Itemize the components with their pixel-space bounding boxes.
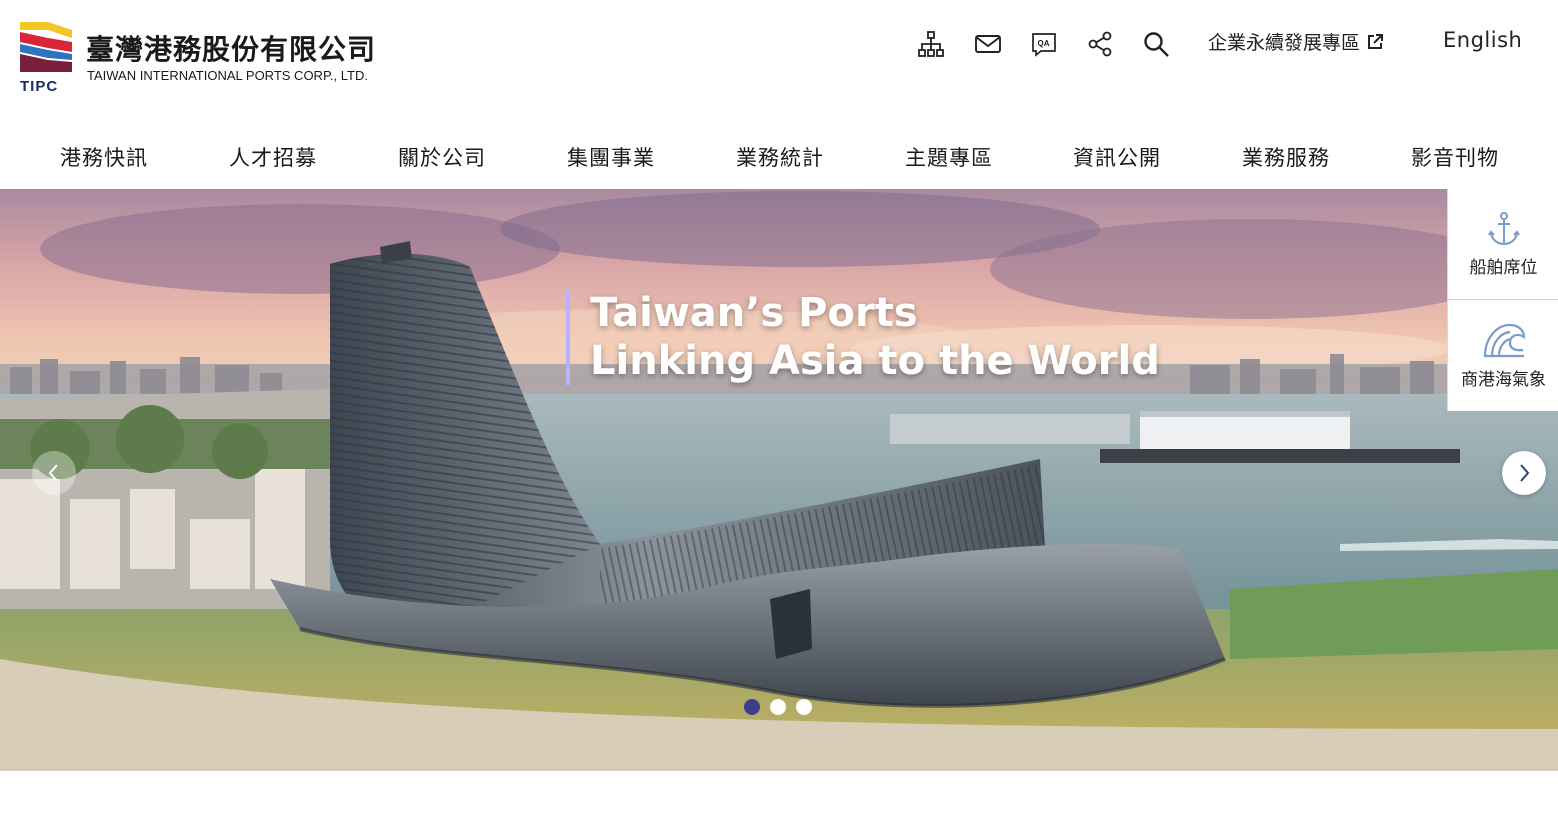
mail-icon bbox=[975, 35, 1001, 53]
qa-icon: QA bbox=[1032, 33, 1056, 57]
nav-item-statistics[interactable]: 業務統計 bbox=[736, 142, 824, 172]
nav-item-topics[interactable]: 主題專區 bbox=[905, 142, 993, 172]
main-navigation: 港務快訊 人才招募 關於公司 集團事業 業務統計 主題專區 資訊公開 業務服務 … bbox=[0, 130, 1558, 186]
anchor-icon bbox=[1487, 211, 1520, 245]
nav-item-about[interactable]: 關於公司 bbox=[398, 142, 486, 172]
slogan-line-2: Linking Asia to the World bbox=[590, 338, 1160, 384]
logo-chinese-name: 臺灣港務股份有限公司 bbox=[86, 33, 377, 66]
nav-item-services[interactable]: 業務服務 bbox=[1242, 142, 1330, 172]
language-switch-link[interactable]: English bbox=[1443, 28, 1522, 52]
slogan-line-1: Taiwan’s Ports bbox=[590, 290, 918, 336]
nav-item-disclosure[interactable]: 資訊公開 bbox=[1073, 142, 1161, 172]
site-header: TIPC 臺灣港務股份有限公司 TAIWAN INTERNATIONAL POR… bbox=[0, 0, 1558, 120]
carousel-dot-2[interactable] bbox=[770, 699, 786, 715]
mail-button[interactable] bbox=[971, 27, 1005, 61]
banner-image bbox=[0, 189, 1558, 771]
logo-english-name: TAIWAN INTERNATIONAL PORTS CORP., LTD. bbox=[87, 68, 368, 83]
csr-link-label: 企業永續發展專區 bbox=[1208, 32, 1361, 54]
carousel-dot-3[interactable] bbox=[796, 699, 812, 715]
nav-item-group[interactable]: 集團事業 bbox=[567, 142, 655, 172]
banner-slogan: Taiwan’s Ports Linking Asia to the World bbox=[566, 289, 1160, 385]
carousel-prev-button[interactable] bbox=[32, 451, 76, 495]
hero-banner: Taiwan’s Ports Linking Asia to the World bbox=[0, 189, 1558, 771]
side-item-berth-label: 船舶席位 bbox=[1469, 257, 1538, 278]
carousel-next-button[interactable] bbox=[1502, 451, 1546, 495]
carousel-dot-1[interactable] bbox=[744, 699, 760, 715]
svg-text:QA: QA bbox=[1038, 39, 1050, 48]
side-item-berth[interactable]: 船舶席位 bbox=[1448, 189, 1558, 299]
search-button[interactable] bbox=[1139, 27, 1173, 61]
nav-item-careers[interactable]: 人才招募 bbox=[229, 142, 317, 172]
share-button[interactable] bbox=[1083, 27, 1117, 61]
external-link-icon bbox=[1366, 33, 1384, 56]
sitemap-button[interactable] bbox=[914, 27, 948, 61]
chevron-left-icon bbox=[48, 464, 58, 482]
search-icon bbox=[1144, 32, 1169, 57]
carousel-dots bbox=[744, 699, 812, 715]
sitemap-icon bbox=[918, 31, 944, 57]
side-item-weather-label: 商港海氣象 bbox=[1461, 369, 1546, 390]
chevron-right-icon bbox=[1520, 464, 1530, 482]
share-icon bbox=[1088, 31, 1112, 57]
side-quick-links: 船舶席位 商港海氣象 bbox=[1447, 189, 1558, 411]
qa-button[interactable]: QA bbox=[1027, 27, 1061, 61]
csr-link[interactable]: 企業永續發展專區 bbox=[1208, 28, 1384, 56]
wave-icon bbox=[1483, 323, 1525, 357]
site-logo[interactable]: TIPC 臺灣港務股份有限公司 TAIWAN INTERNATIONAL POR… bbox=[18, 20, 418, 100]
nav-item-news[interactable]: 港務快訊 bbox=[60, 142, 148, 172]
side-item-weather[interactable]: 商港海氣象 bbox=[1448, 299, 1558, 410]
logo-abbr: TIPC bbox=[20, 78, 59, 95]
nav-item-media[interactable]: 影音刊物 bbox=[1411, 142, 1499, 172]
